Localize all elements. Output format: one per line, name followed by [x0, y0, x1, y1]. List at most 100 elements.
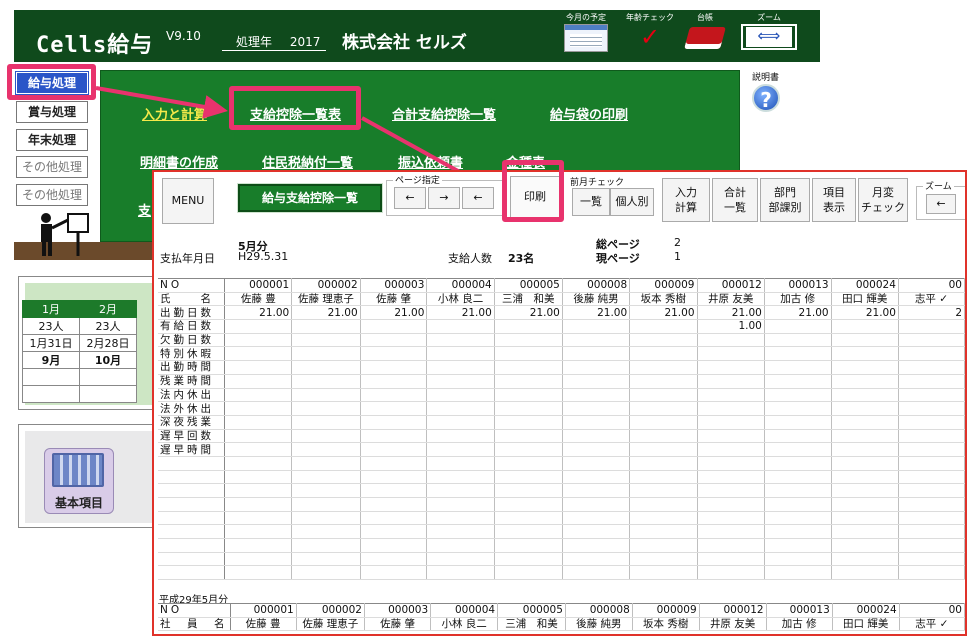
- zoom-button[interactable]: ズーム: [738, 12, 800, 50]
- table-cell: [494, 552, 563, 567]
- next-page-button[interactable]: →: [428, 187, 460, 209]
- table-cell: [291, 360, 361, 375]
- cal-next-2[interactable]: 10月: [79, 351, 137, 369]
- table-cell: [562, 524, 631, 540]
- table-cell: [291, 538, 361, 553]
- table-cell: [360, 538, 428, 553]
- processing-year-value: 2017: [289, 35, 321, 49]
- menu-transfer[interactable]: 振込依頼書: [398, 152, 463, 171]
- table-cell: [562, 429, 631, 444]
- table-cell: [291, 401, 361, 416]
- ledger-button[interactable]: 台帳: [684, 12, 726, 49]
- table-cell: [629, 429, 698, 444]
- table-cell: [764, 388, 832, 403]
- table-cell: [629, 401, 698, 416]
- department-button[interactable]: 部門 部課別: [760, 178, 810, 222]
- table-cell: [831, 442, 899, 457]
- calendar-icon: [564, 24, 608, 52]
- table-cell: [697, 360, 765, 375]
- input-calc-button[interactable]: 入力 計算: [662, 178, 710, 222]
- basic-items-label: 基本項目: [54, 496, 103, 510]
- table-cell: [291, 552, 361, 567]
- table-cell: 2: [898, 305, 965, 321]
- cal-empty: [22, 385, 80, 403]
- first-page-button[interactable]: ←: [462, 187, 494, 209]
- table-cell: [426, 360, 495, 375]
- table-cell: 00: [898, 278, 965, 293]
- table-cell: [291, 511, 361, 526]
- table-cell: [764, 360, 832, 375]
- table-cell: [426, 511, 495, 526]
- help-icon[interactable]: ?: [752, 84, 780, 112]
- table-cell: 田口 輝美: [831, 292, 899, 307]
- cal-month-1[interactable]: 1月: [22, 300, 80, 318]
- sidebar-item-year-end[interactable]: 年末処理: [16, 129, 88, 151]
- table-row: [158, 511, 965, 526]
- table-cell: [360, 511, 428, 526]
- item-display-button[interactable]: 項目 表示: [812, 178, 856, 222]
- table-cell: [562, 470, 631, 485]
- sidebar-item-other-1[interactable]: その他処理: [16, 156, 88, 178]
- menu-resident-tax[interactable]: 住民税納付一覧: [262, 152, 353, 171]
- menu-button[interactable]: MENU: [162, 178, 214, 224]
- table-cell: [562, 360, 631, 375]
- table-cell: [898, 333, 965, 348]
- table-cell: [898, 388, 965, 403]
- table-cell: 21.00: [360, 305, 428, 321]
- table-cell: [629, 470, 698, 485]
- table-cell: 000008: [565, 603, 633, 618]
- table-cell: [831, 538, 899, 553]
- sidebar-item-other-2[interactable]: その他処理: [16, 184, 88, 206]
- monthly-change-check-button[interactable]: 月変 チェック: [858, 178, 908, 222]
- table-cell: 井原 友美: [699, 617, 767, 632]
- schedule-label: 今月の予定: [566, 13, 606, 22]
- table-cell: 000024: [832, 603, 900, 618]
- table-cell: 21.00: [426, 305, 495, 321]
- checkmark-icon: ✓: [639, 23, 661, 51]
- prev-page-button[interactable]: ←: [394, 187, 426, 209]
- table-cell: [562, 346, 631, 362]
- menu-envelope[interactable]: 給与袋の印刷: [550, 104, 628, 123]
- table-cell: 小林 良二: [426, 292, 495, 307]
- table-cell: [831, 552, 899, 567]
- cal-next-1[interactable]: 9月: [22, 351, 80, 369]
- table-cell: [494, 470, 563, 485]
- table-cell: 佐藤 肇: [364, 617, 432, 632]
- total-list-button[interactable]: 合計 一覧: [712, 178, 758, 222]
- table-cell: [224, 552, 293, 567]
- table-cell: [629, 511, 698, 526]
- table-cell: [562, 442, 631, 457]
- age-check-button[interactable]: 年齢チェック ✓: [626, 12, 674, 51]
- table-cell: [360, 346, 428, 362]
- table-cell: [764, 415, 832, 430]
- table-cell: [764, 429, 832, 444]
- menu-total-list[interactable]: 合計支給控除一覧: [392, 104, 496, 123]
- table-cell: [831, 483, 899, 498]
- table-cell: [224, 388, 293, 403]
- zoom-out-button[interactable]: ←: [926, 194, 956, 214]
- cal-month-2[interactable]: 2月: [79, 300, 137, 318]
- table-cell: 21.00: [224, 305, 293, 321]
- table-cell: [629, 333, 698, 348]
- table-row: 出勤時間: [158, 360, 965, 375]
- table-cell: 000003: [364, 603, 432, 618]
- pay-date: H29.5.31: [238, 250, 289, 263]
- table-row: [158, 538, 965, 553]
- table-cell: 000013: [764, 278, 832, 293]
- schedule-button[interactable]: 今月の予定: [564, 12, 608, 52]
- table-cell: [291, 388, 361, 403]
- row-label: [158, 483, 226, 498]
- table-cell: [494, 401, 563, 416]
- table-cell: [224, 442, 293, 457]
- menu-input-calc[interactable]: 入力と計算: [142, 104, 207, 123]
- menu-statement[interactable]: 明細書の作成: [140, 152, 218, 171]
- report-title-button[interactable]: 給与支給控除一覧: [238, 184, 382, 212]
- sidebar-item-bonus[interactable]: 賞与処理: [16, 101, 88, 123]
- row-label: [158, 565, 226, 581]
- table-cell: [360, 374, 428, 389]
- menu-partial[interactable]: 支: [138, 200, 151, 219]
- table-cell: 佐藤 豊: [230, 617, 297, 632]
- prev-month-individual-button[interactable]: 個人別: [610, 188, 654, 216]
- book-icon: [684, 27, 726, 49]
- prev-month-list-button[interactable]: 一覧: [572, 188, 610, 216]
